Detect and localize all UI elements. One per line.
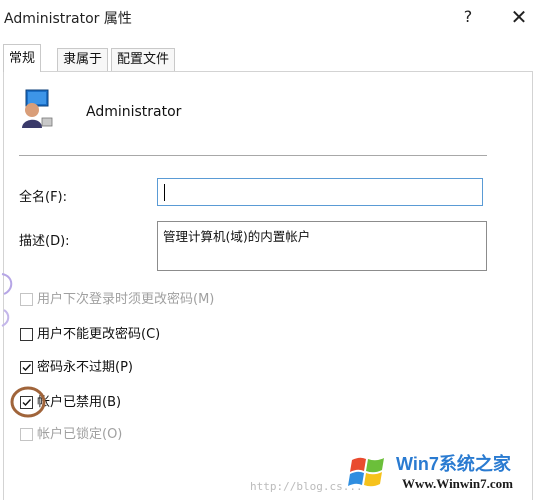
cannot-change-password-label[interactable]: 用户不能更改密码(C): [37, 327, 160, 343]
windows-flag-icon: [348, 457, 384, 487]
window-title: Administrator 属性: [4, 11, 132, 27]
must-change-password-label: 用户下次登录时须更改密码(M): [37, 292, 215, 307]
title-bar: Administrator 属性 ? ✕: [0, 0, 544, 34]
fullname-label: 全名(F):: [19, 190, 68, 205]
logo-title: Win7系统之家: [396, 454, 511, 474]
must-change-password-checkbox: [20, 293, 33, 306]
description-input[interactable]: 管理计算机(域)的内置帐户: [157, 221, 487, 271]
tab-profile[interactable]: 配置文件: [111, 48, 176, 71]
password-never-expires-label[interactable]: 密码永不过期(P): [37, 360, 133, 376]
decorative-swirl-icon: [0, 270, 16, 330]
win7-logo: Win7系统之家 Www.Winwin7.com: [346, 448, 542, 500]
account-disabled-label[interactable]: 帐户已禁用(B): [37, 395, 121, 411]
password-never-expires-checkbox[interactable]: [20, 361, 33, 374]
user-account-icon: [18, 88, 56, 130]
description-label: 描述(D):: [19, 234, 70, 249]
checkmark-icon: [22, 364, 32, 372]
account-name: Administrator: [86, 104, 182, 120]
fullname-input[interactable]: [157, 178, 483, 206]
divider: [19, 155, 487, 156]
cannot-change-password-checkbox[interactable]: [20, 328, 33, 341]
tab-bar: 常规 隶属于 配置文件: [0, 44, 544, 72]
tab-general[interactable]: 常规: [3, 44, 42, 72]
annotation-circle: [8, 384, 48, 420]
logo-url: Www.Winwin7.com: [402, 476, 513, 491]
tab-member-of[interactable]: 隶属于: [57, 48, 109, 71]
account-locked-label: 帐户已锁定(O): [37, 427, 123, 442]
help-button[interactable]: ?: [454, 4, 482, 30]
close-button[interactable]: ✕: [505, 4, 533, 30]
text-caret: [164, 184, 165, 201]
properties-window: Administrator 属性 ? ✕ 常规 隶属于 配置文件 Adminis…: [0, 0, 544, 500]
account-locked-checkbox: [20, 428, 33, 441]
